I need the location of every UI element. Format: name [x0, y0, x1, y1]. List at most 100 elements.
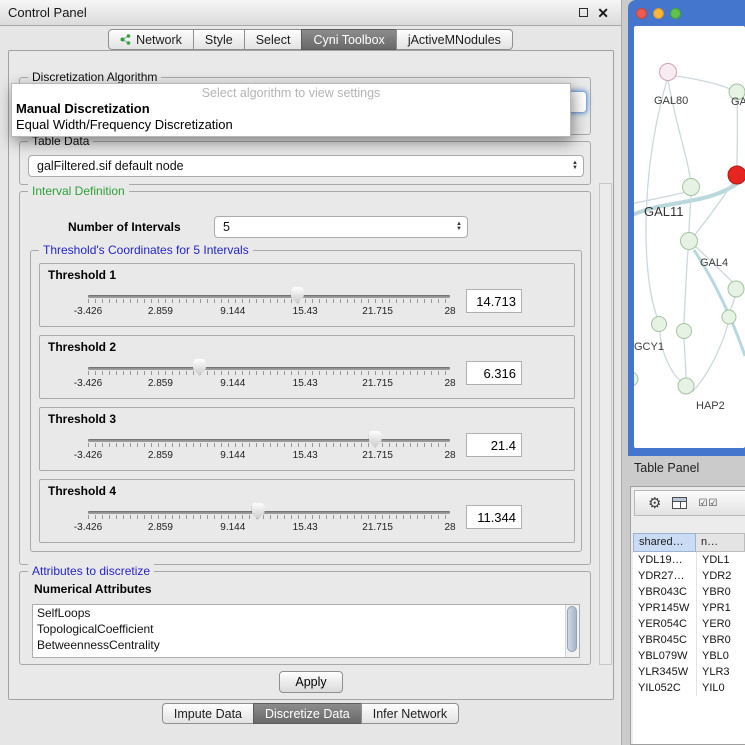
network-node[interactable] [652, 317, 667, 332]
column-header-shared-name[interactable]: shared… [633, 533, 696, 552]
network-node-selected[interactable] [728, 166, 745, 184]
minimize-traffic-icon[interactable] [653, 8, 664, 19]
table-cell[interactable]: YER0 [696, 616, 745, 632]
list-item[interactable]: BetweennessCentrality [33, 637, 579, 653]
threshold-3-panel: Threshold 3 -3.426 2.859 9.144 15.43 [39, 407, 575, 471]
network-node[interactable] [660, 64, 677, 81]
column-header-name[interactable]: n… [696, 533, 745, 552]
network-node[interactable] [683, 179, 700, 196]
list-scrollbar-thumb[interactable] [567, 606, 577, 652]
table-cell[interactable]: YDL1 [696, 552, 745, 568]
tab-style[interactable]: Style [193, 29, 245, 50]
threshold-1-panel: Threshold 1 -3.426 2.859 9.144 15.43 [39, 263, 575, 327]
algorithm-option-equal-width[interactable]: Equal Width/Frequency Discretization [12, 117, 570, 133]
table-cell[interactable]: YBR0 [696, 584, 745, 600]
tab-discretize-data[interactable]: Discretize Data [253, 703, 362, 724]
threshold-4-value-field[interactable] [466, 505, 522, 529]
scale-tick-label: 9.144 [220, 378, 245, 389]
table-cell[interactable]: YBR0 [696, 632, 745, 648]
table-cell[interactable]: YBL0 [696, 648, 745, 664]
number-of-intervals-value: 5 [215, 220, 451, 234]
gear-icon[interactable]: ⚙ [648, 496, 661, 511]
threshold-2-slider[interactable]: -3.426 2.859 9.144 15.43 21.715 28 [86, 358, 452, 396]
table-data-combobox[interactable]: galFiltered.sif default node ▲▼ [28, 155, 584, 177]
network-node-label: GAL11 [644, 204, 684, 219]
threshold-1-value-field[interactable] [466, 289, 522, 313]
apply-button[interactable]: Apply [279, 671, 343, 693]
network-node-label: HAP2 [696, 400, 725, 412]
threshold-3-value-field[interactable] [466, 433, 522, 457]
select-columns-icon[interactable]: ☑☑ [698, 498, 718, 509]
scale-tick-label: 28 [444, 378, 455, 389]
network-edge [684, 250, 688, 323]
tab-style-label: Style [205, 33, 233, 47]
window-title: Control Panel [8, 0, 87, 25]
network-node[interactable] [678, 378, 694, 394]
table-cell[interactable]: YPR145W [633, 600, 696, 616]
slider-ticks [88, 443, 450, 447]
algorithm-option-manual[interactable]: Manual Discretization [12, 101, 570, 117]
table-row[interactable]: YBR043C YBR0 [633, 584, 745, 600]
table-cell[interactable]: YLR345W [633, 664, 696, 680]
table-row[interactable]: YPR145W YPR1 [633, 600, 745, 616]
tab-jactivemnodules[interactable]: jActiveMNodules [396, 29, 513, 50]
interval-definition-group: Interval Definition Number of Intervals … [19, 191, 591, 565]
columns-icon[interactable] [672, 497, 687, 509]
number-of-intervals-combobox[interactable]: 5 ▲▼ [214, 216, 468, 238]
table-cell[interactable]: YER054C [633, 616, 696, 632]
slider-groove [88, 439, 450, 442]
scale-tick-label: 9.144 [220, 306, 245, 317]
table-cell[interactable]: YDR27… [633, 568, 696, 584]
network-node[interactable] [681, 233, 698, 250]
discretization-algorithm-group-label: Discretization Algorithm [28, 70, 161, 84]
table-row[interactable]: YIL052C YIL0 [633, 680, 745, 696]
threshold-3-slider[interactable]: -3.426 2.859 9.144 15.43 21.715 28 [86, 430, 452, 468]
table-cell[interactable]: YIL052C [633, 680, 696, 696]
network-node[interactable] [634, 372, 638, 386]
threshold-4-slider[interactable]: -3.426 2.859 9.144 15.43 21.715 28 [86, 502, 452, 540]
network-canvas[interactable]: GAL80 GAL11 GAL4 GCY1 HAP2 GA [634, 26, 745, 448]
table-row[interactable]: YER054C YER0 [633, 616, 745, 632]
network-node[interactable] [728, 281, 744, 297]
tab-select[interactable]: Select [244, 29, 303, 50]
scale-tick-label: 2.859 [148, 450, 173, 461]
network-node[interactable] [677, 324, 692, 339]
list-item[interactable]: SelfLoops [33, 605, 579, 621]
scale-tick-label: 15.43 [293, 522, 318, 533]
scale-tick-label: 28 [444, 522, 455, 533]
scale-tick-label: 28 [444, 306, 455, 317]
list-item[interactable]: TopologicalCoefficient [33, 621, 579, 637]
table-cell[interactable]: YBR043C [633, 584, 696, 600]
float-window-icon[interactable] [579, 8, 588, 17]
close-icon[interactable]: ✕ [597, 6, 609, 20]
list-scrollbar[interactable] [565, 605, 579, 657]
network-node[interactable] [722, 310, 736, 324]
table-row[interactable]: YDL19… YDL1 [633, 552, 745, 568]
table-row[interactable]: YLR345W YLR3 [633, 664, 745, 680]
table-cell[interactable]: YIL0 [696, 680, 745, 696]
threshold-1-slider[interactable]: -3.426 2.859 9.144 15.43 21.715 28 [86, 286, 452, 324]
table-cell[interactable]: YDL19… [633, 552, 696, 568]
table-row[interactable]: YBR045C YBR0 [633, 632, 745, 648]
numerical-attributes-list[interactable]: SelfLoops TopologicalCoefficient Between… [32, 604, 580, 658]
table-cell[interactable]: YPR1 [696, 600, 745, 616]
panel-scrollbar[interactable] [599, 183, 612, 665]
table-cell[interactable]: YBR045C [633, 632, 696, 648]
zoom-traffic-icon[interactable] [670, 8, 681, 19]
table-cell[interactable]: YBL079W [633, 648, 696, 664]
table-row[interactable]: YDR27… YDR2 [633, 568, 745, 584]
table-cell[interactable]: YDR2 [696, 568, 745, 584]
threshold-2-value-field[interactable] [466, 361, 522, 385]
control-panel-titlebar: Control Panel ✕ [0, 0, 621, 26]
tab-network[interactable]: Network [108, 29, 194, 50]
tab-impute-data[interactable]: Impute Data [162, 703, 254, 724]
control-panel-window: Control Panel ✕ Network Style Select Cyn… [0, 0, 622, 745]
close-traffic-icon[interactable] [636, 8, 647, 19]
table-cell[interactable]: YLR3 [696, 664, 745, 680]
table-row[interactable]: YBL079W YBL0 [633, 648, 745, 664]
tab-infer-network[interactable]: Infer Network [361, 703, 459, 724]
tab-cyni-toolbox[interactable]: Cyni Toolbox [301, 29, 396, 50]
network-edge [684, 339, 686, 378]
algorithm-placeholder-option[interactable]: Select algorithm to view settings [12, 86, 570, 101]
scale-tick-label: 2.859 [148, 306, 173, 317]
